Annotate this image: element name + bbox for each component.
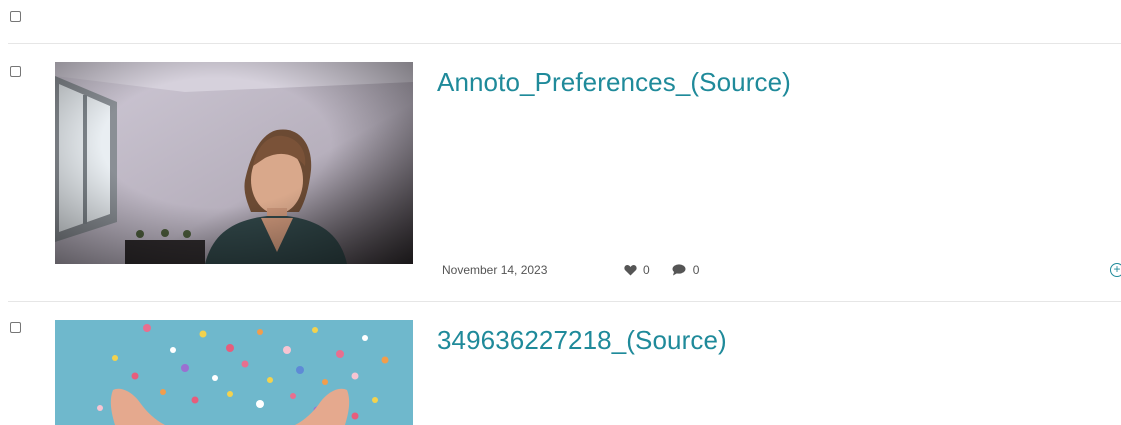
- divider: [8, 301, 1121, 302]
- entry-meta: November 14, 2023 0 0: [442, 263, 699, 277]
- divider: [8, 43, 1121, 44]
- video-thumbnail[interactable]: [55, 320, 413, 425]
- likes-count: 0: [643, 263, 650, 277]
- entry-title-link[interactable]: Annoto_Preferences_(Source): [437, 67, 791, 98]
- video-thumbnail[interactable]: [55, 62, 413, 264]
- entry-checkbox[interactable]: [10, 66, 21, 77]
- comment-icon: [672, 264, 686, 276]
- select-all-checkbox[interactable]: [10, 11, 21, 22]
- entry-title-link[interactable]: 349636227218_(Source): [437, 325, 727, 356]
- entry-date: November 14, 2023: [442, 263, 548, 277]
- heart-icon: [624, 264, 637, 276]
- add-circle-icon[interactable]: +: [1110, 263, 1121, 277]
- comments-stat: 0: [672, 263, 700, 277]
- likes-stat: 0: [624, 263, 650, 277]
- comments-count: 0: [692, 263, 700, 277]
- entry-checkbox[interactable]: [10, 322, 21, 333]
